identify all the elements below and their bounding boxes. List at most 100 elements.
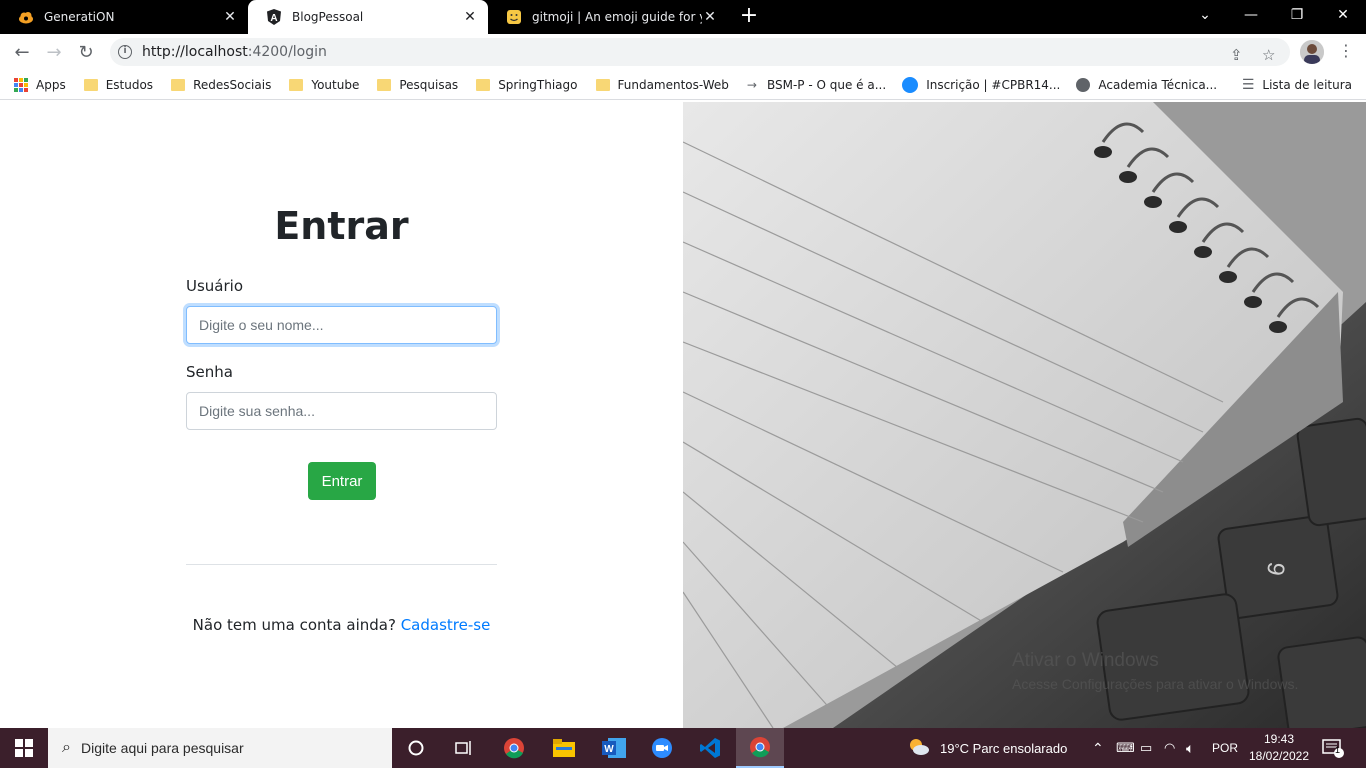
folder-icon	[83, 78, 98, 91]
clock[interactable]: 19:43 18/02/2022	[1246, 731, 1312, 765]
tab-title: BlogPessoal	[292, 10, 364, 24]
bookmark-label: Apps	[36, 77, 66, 92]
notification-count: 1	[1335, 745, 1341, 755]
vscode-icon[interactable]	[686, 728, 734, 768]
back-button[interactable]: ←	[10, 40, 34, 64]
bookmark-redessociais[interactable]: RedesSociais	[171, 78, 271, 92]
windows-activation-watermark: Ativar o Windows Acesse Configurações pa…	[1012, 650, 1298, 692]
folder-icon	[377, 78, 392, 91]
username-input[interactable]	[186, 306, 497, 344]
tab-search-icon[interactable]: ⌄	[1182, 0, 1228, 30]
emoji-icon	[506, 9, 522, 25]
new-tab-button[interactable]: +	[738, 5, 760, 27]
reload-button[interactable]: ↻	[74, 40, 98, 64]
bookmark-academia[interactable]: Academia Técnica...	[1076, 77, 1217, 92]
close-tab-icon[interactable]: ✕	[702, 9, 718, 25]
taskbar-search[interactable]: ⌕ Digite aqui para pesquisar	[48, 728, 392, 768]
chrome-icon[interactable]	[490, 728, 538, 768]
volume-icon[interactable]: 🔈︎	[1186, 728, 1194, 768]
bookmark-apps[interactable]: Apps	[14, 77, 66, 92]
arrow-icon: →	[746, 77, 757, 92]
zoom-icon[interactable]	[638, 728, 686, 768]
close-tab-icon[interactable]: ✕	[222, 9, 238, 25]
reading-list-icon: ☰	[1241, 76, 1255, 93]
search-icon: ⌕	[62, 739, 71, 756]
bookmark-springthiago[interactable]: SpringThiago	[476, 77, 578, 92]
share-icon[interactable]: ⇪	[1230, 46, 1243, 64]
username-label: Usuário	[186, 277, 244, 295]
globe-icon	[1076, 77, 1091, 92]
password-input[interactable]	[186, 392, 497, 430]
bookmark-label: Youtube	[311, 77, 360, 92]
cortana-icon[interactable]	[392, 728, 440, 768]
bookmark-bsm-p[interactable]: → BSM-P - O que é a...	[747, 78, 886, 92]
windows-taskbar: ⌕ Digite aqui para pesquisar W 19°C Parc…	[0, 728, 1366, 768]
bookmark-star-icon[interactable]: ☆	[1262, 46, 1275, 64]
bookmark-label: Pesquisas	[399, 77, 459, 92]
bookmark-label: Estudos	[105, 77, 154, 92]
divider	[186, 564, 497, 565]
reading-list-label: Lista de leitura	[1262, 77, 1352, 92]
browser-toolbar: ← → ↻ i http://localhost:4200/login ⇪ ☆	[0, 34, 1366, 70]
weather-widget[interactable]: 19°C Parc ensolarado	[908, 728, 1067, 768]
tab-generation[interactable]: GeneratiON ✕	[0, 0, 248, 34]
hero-image: 6	[683, 102, 1366, 728]
battery-icon[interactable]: ▭	[1140, 728, 1152, 768]
bookmarks-bar: Apps Estudos RedesSociais Youtube Pesqui…	[0, 70, 1366, 100]
tab-blogpessoal[interactable]: A BlogPessoal ✕	[248, 0, 488, 34]
chrome-active-window-icon[interactable]	[736, 728, 784, 768]
folder-icon	[595, 78, 610, 91]
notebook-keyboard-image: 6	[683, 102, 1366, 728]
svg-text:W: W	[604, 744, 614, 755]
notification-center-icon[interactable]: 1	[1322, 728, 1344, 768]
blue-circle-icon	[902, 76, 919, 93]
browser-tab-strip: GeneratiON ✕ A BlogPessoal ✕ gitmoji | A…	[0, 0, 1366, 34]
clock-date: 18/02/2022	[1248, 749, 1310, 763]
address-bar[interactable]: i http://localhost:4200/login ⇪ ☆	[110, 38, 1290, 66]
language-indicator[interactable]: POR	[1212, 728, 1238, 768]
tab-title: GeneratiON	[44, 10, 115, 24]
bookmark-youtube[interactable]: Youtube	[289, 78, 359, 92]
site-info-icon[interactable]: i	[118, 45, 132, 59]
folder-icon	[476, 78, 491, 91]
login-button[interactable]: Entrar	[308, 462, 376, 500]
show-hidden-icons[interactable]: ⌃	[1092, 728, 1104, 768]
forward-button[interactable]: →	[42, 40, 66, 64]
svg-text:A: A	[270, 13, 277, 24]
cloud-icon	[18, 9, 34, 25]
task-view-icon[interactable]	[440, 728, 488, 768]
weather-sun-cloud-icon	[908, 738, 930, 759]
bookmark-estudos[interactable]: Estudos	[83, 77, 154, 92]
bookmark-pesquisas[interactable]: Pesquisas	[377, 78, 458, 92]
reading-list-button[interactable]: ☰ Lista de leitura	[1242, 77, 1352, 93]
tab-gitmoji[interactable]: gitmoji | An emoji guide for your ✕	[488, 0, 728, 34]
angular-icon: A	[266, 9, 282, 25]
signup-link[interactable]: Cadastre-se	[401, 616, 491, 634]
password-label: Senha	[186, 363, 233, 381]
watermark-subtitle: Acesse Configurações para ativar o Windo…	[1012, 676, 1299, 692]
bookmark-label: Fundamentos-Web	[617, 77, 729, 92]
profile-avatar[interactable]	[1300, 40, 1324, 64]
clock-time: 19:43	[1263, 732, 1295, 746]
meet-now-icon[interactable]: ⌨	[1116, 728, 1135, 768]
page-content: Entrar Usuário Senha Entrar Não tem uma …	[0, 102, 1366, 728]
close-window-button[interactable]: ✕	[1320, 0, 1366, 30]
restore-button[interactable]: ❐	[1274, 0, 1320, 30]
url-text: http://localhost:4200/login	[142, 44, 327, 60]
wifi-icon[interactable]: ◠	[1164, 728, 1175, 768]
folder-icon	[289, 78, 304, 91]
bookmark-label: RedesSociais	[193, 77, 272, 92]
bookmark-label: BSM-P - O que é a...	[766, 77, 887, 92]
windows-logo-icon	[15, 739, 33, 757]
login-panel: Entrar Usuário Senha Entrar Não tem uma …	[0, 102, 683, 728]
file-explorer-icon[interactable]	[540, 728, 588, 768]
signup-text: Não tem uma conta ainda?	[192, 616, 396, 634]
close-tab-icon[interactable]: ✕	[462, 9, 478, 25]
bookmark-fundamentos-web[interactable]: Fundamentos-Web	[595, 77, 729, 92]
bookmark-label: SpringThiago	[498, 77, 578, 92]
start-button[interactable]	[0, 728, 48, 768]
browser-menu-icon[interactable]: ⋮	[1338, 40, 1354, 64]
bookmark-inscricao[interactable]: Inscrição | #CPBR14...	[902, 76, 1060, 93]
word-icon[interactable]: W	[590, 728, 638, 768]
minimize-button[interactable]: —	[1228, 0, 1274, 30]
